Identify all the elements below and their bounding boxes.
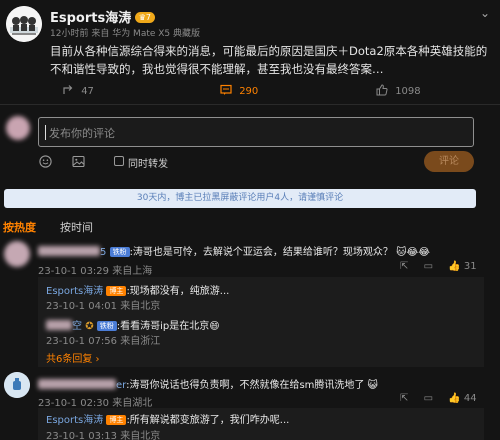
more-replies-label: 共6条回复 bbox=[46, 354, 93, 365]
author-avatar[interactable] bbox=[6, 6, 42, 42]
crown-icon: ♛ bbox=[138, 13, 146, 22]
divider bbox=[0, 104, 500, 105]
reply-text: :现场都没有，纯旅游... bbox=[126, 286, 230, 297]
commenter-name-blurred bbox=[38, 246, 100, 256]
rank-icon: ✪ bbox=[85, 321, 94, 332]
image-icon[interactable] bbox=[72, 155, 85, 171]
fan-badge: 铁粉 bbox=[96, 321, 117, 331]
commenter-name[interactable]: er bbox=[116, 380, 126, 391]
comment-like-count: 31 bbox=[463, 261, 477, 272]
comment-location: 来自上海 bbox=[112, 266, 153, 277]
reply-author[interactable]: Esports海涛 bbox=[46, 286, 103, 297]
text-cursor bbox=[45, 125, 46, 140]
reply-meta: 23-10-1 07:56 来自浙江 bbox=[46, 332, 160, 347]
reply-date: 23-10-1 07:56 bbox=[46, 336, 118, 347]
reply-location: 来自北京 bbox=[120, 431, 161, 440]
like-count: 1098 bbox=[395, 86, 421, 97]
thumbs-up-icon bbox=[376, 84, 388, 96]
comment-like-icon[interactable]: 👍 bbox=[448, 393, 460, 404]
comment-row: er:涛哥你说话也得负责啊，不然就像在给sm腾讯洗地了 😺 bbox=[38, 376, 378, 391]
user-avatar bbox=[6, 116, 30, 140]
reply-icon[interactable]: ▭ bbox=[424, 393, 433, 404]
also-repost-checkbox[interactable] bbox=[114, 156, 124, 166]
reply-author-blurred bbox=[46, 320, 72, 330]
reply-author[interactable]: 空 bbox=[72, 321, 82, 332]
like-button[interactable]: 1098 bbox=[376, 84, 421, 97]
also-repost-label: 同时转发 bbox=[128, 159, 168, 170]
more-replies-link[interactable]: 共6条回复 › bbox=[46, 350, 100, 365]
comment-row: 5 铁粉:涛哥也是可怜，去解说个亚运会，结果给谁听？现场观众？ 🐱😂😂 bbox=[38, 243, 430, 258]
face-emoji-icon: 😺 bbox=[367, 380, 379, 391]
reply-text: :所有解说都变旅游了，我们咋办呢... bbox=[126, 415, 290, 426]
reply-row: 空 ✪ 铁粉:看看涛哥ip是在北京😄 bbox=[46, 317, 220, 332]
comment-like-count: 44 bbox=[463, 393, 477, 404]
reply-row: Esports海涛 博主:所有解说都变旅游了，我们咋办呢... bbox=[46, 411, 289, 426]
post-source: 来自 华为 Mate X5 典藏版 bbox=[91, 29, 201, 39]
comment-input[interactable]: 发布你的评论 bbox=[38, 117, 474, 147]
commenter-avatar[interactable] bbox=[4, 241, 30, 267]
author-name[interactable]: Esports海涛 bbox=[50, 11, 131, 26]
reply-location: 来自北京 bbox=[120, 301, 161, 312]
repost-icon bbox=[63, 85, 73, 94]
post-content: 目前从各种信源综合得来的消息，可能最后的原因是国庆＋Dota2原本各种英雄技能的… bbox=[50, 44, 488, 76]
commenter-avatar[interactable] bbox=[4, 372, 30, 398]
comment-icon bbox=[220, 84, 232, 95]
emoji-icons: 🐱😂😂 bbox=[396, 247, 430, 258]
comment-actions: ⇱ ▭ 👍 44 bbox=[400, 393, 477, 404]
author-badge: 博主 bbox=[106, 286, 127, 296]
level-badge: ♛7 bbox=[134, 12, 155, 23]
comment-meta: 23-10-1 03:29 来自上海 bbox=[38, 262, 152, 277]
reply-location: 来自浙江 bbox=[120, 336, 161, 347]
fan-badge: 铁粉 bbox=[109, 247, 130, 257]
share-icon[interactable]: ⇱ bbox=[400, 261, 408, 272]
comment-actions: ⇱ ▭ 👍 31 bbox=[400, 261, 477, 272]
grin-emoji-icon: 😄 bbox=[209, 321, 220, 332]
tab-sort-hot[interactable]: 按热度 bbox=[3, 219, 36, 235]
comment-button[interactable]: 290 bbox=[220, 84, 258, 97]
blocked-users-notice: 30天内，博主已拉黑屏蔽评论用户4人，请谨慎评论 bbox=[4, 189, 476, 208]
more-icon[interactable]: ⌄ bbox=[480, 6, 490, 20]
reply-meta: 23-10-1 03:13 来自北京 bbox=[46, 427, 160, 440]
tab-sort-time[interactable]: 按时间 bbox=[60, 219, 93, 235]
chevron-right-icon: › bbox=[92, 354, 100, 365]
comment-like-icon[interactable]: 👍 bbox=[448, 261, 460, 272]
submit-comment-label: 评论 bbox=[439, 156, 459, 167]
tab-sort-time-label: 按时间 bbox=[60, 221, 93, 234]
repost-count: 47 bbox=[81, 86, 94, 97]
reply-text: :看看涛哥ip是在北京 bbox=[116, 321, 210, 332]
reply-date: 23-10-1 03:13 bbox=[46, 431, 118, 440]
comment-meta: 23-10-1 02:30 来自湖北 bbox=[38, 394, 152, 409]
reply-icon[interactable]: ▭ bbox=[424, 261, 433, 272]
comment-date: 23-10-1 03:29 bbox=[38, 266, 110, 277]
reply-date: 23-10-1 04:01 bbox=[46, 301, 118, 312]
share-icon[interactable]: ⇱ bbox=[400, 393, 408, 404]
comment-text: :涛哥你说话也得负责啊，不然就像在给sm腾讯洗地了 bbox=[126, 380, 365, 391]
reply-author[interactable]: Esports海涛 bbox=[46, 415, 103, 426]
submit-comment-button[interactable]: 评论 bbox=[424, 151, 474, 172]
author-name-row: Esports海涛 ♛7 bbox=[50, 7, 155, 26]
post-time: 12小时前 bbox=[50, 29, 89, 39]
comment-count: 290 bbox=[239, 86, 259, 97]
commenter-name[interactable]: 5 bbox=[100, 247, 106, 258]
repost-button[interactable]: 47 bbox=[62, 84, 94, 97]
reply-row: Esports海涛 博主:现场都没有，纯旅游... bbox=[46, 282, 229, 297]
post-meta: 12小时前 来自 华为 Mate X5 典藏版 bbox=[50, 26, 200, 39]
reply-meta: 23-10-1 04:01 来自北京 bbox=[46, 297, 160, 312]
comment-text: :涛哥也是可怜，去解说个亚运会，结果给谁听？现场观众？ bbox=[129, 247, 393, 258]
notice-text: 30天内，博主已拉黑屏蔽评论用户4人，请谨慎评论 bbox=[136, 193, 344, 203]
comment-input-placeholder: 发布你的评论 bbox=[49, 127, 115, 140]
commenter-name-blurred bbox=[38, 379, 116, 389]
emoji-icon[interactable] bbox=[39, 155, 52, 171]
tab-sort-hot-label: 按热度 bbox=[3, 221, 36, 234]
author-badge: 博主 bbox=[106, 415, 127, 425]
